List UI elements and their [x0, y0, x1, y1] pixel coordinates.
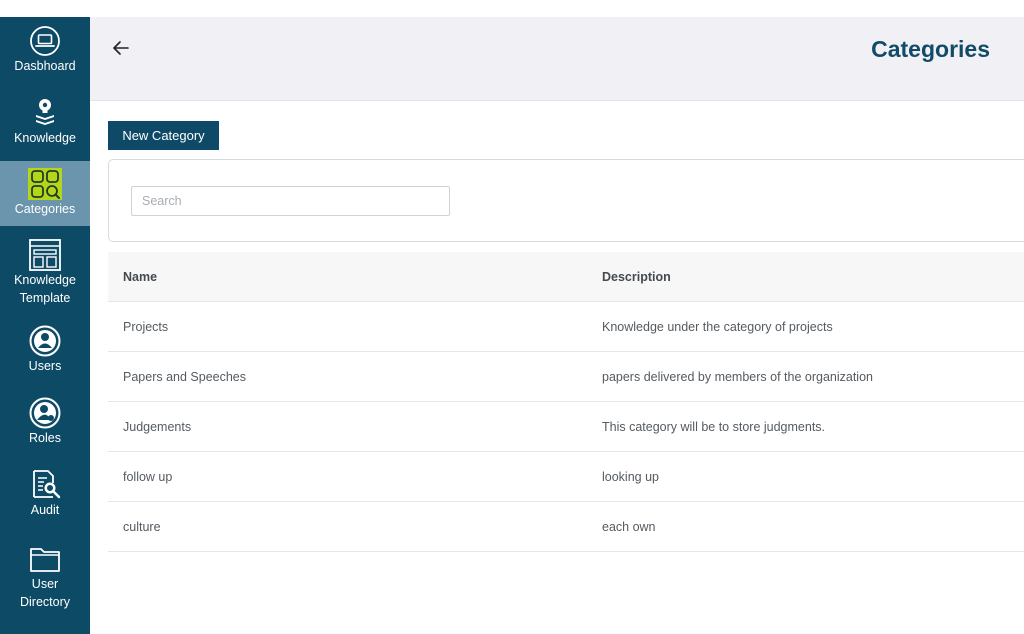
table-row[interactable]: Judgements This category will be to stor… — [108, 402, 1024, 452]
column-header-description[interactable]: Description — [602, 252, 671, 302]
sidebar-item-label: Users — [28, 359, 62, 373]
sidebar-item-label: Dasbhoard — [14, 59, 76, 73]
row-name: Papers and Speeches — [123, 370, 247, 384]
search-panel — [108, 159, 1024, 242]
sidebar-item-audit[interactable]: Audit — [0, 469, 90, 531]
sidebar-item-user-directory[interactable]: User Directory — [0, 543, 90, 621]
folder-icon — [30, 548, 60, 572]
row-description: papers delivered by members of the organ… — [602, 370, 873, 384]
sidebar-item-label: User Directory — [19, 577, 70, 609]
row-description: Knowledge under the category of projects — [602, 320, 833, 334]
row-description: looking up — [602, 470, 659, 484]
column-header-name[interactable]: Name — [123, 252, 157, 302]
sidebar-item-label: Knowledge — [14, 131, 76, 145]
table-row[interactable]: culture each own — [108, 502, 1024, 552]
laptop-icon — [30, 26, 60, 56]
sidebar-item-label: Categories — [14, 202, 76, 216]
sidebar-item-label: Knowledge Template — [14, 273, 76, 305]
row-name: culture — [123, 520, 161, 534]
table-row[interactable]: follow up looking up — [108, 452, 1024, 502]
user-icon — [29, 325, 61, 357]
sidebar-item-knowledge[interactable]: Knowledge — [0, 97, 90, 159]
table-header: Name Description — [108, 252, 1024, 302]
table-row[interactable]: Projects Knowledge under the category of… — [108, 302, 1024, 352]
row-description: This category will be to store judgments… — [602, 420, 826, 434]
row-name: follow up — [123, 470, 173, 484]
table-row[interactable]: Papers and Speeches papers delivered by … — [108, 352, 1024, 402]
page-title: Categories — [871, 36, 990, 62]
categories-icon — [28, 168, 62, 200]
template-icon — [29, 239, 61, 271]
row-name: Judgements — [123, 420, 192, 434]
sidebar-item-label: Audit — [30, 503, 60, 517]
role-icon — [29, 397, 61, 429]
sidebar-item-roles[interactable]: Roles — [0, 397, 90, 459]
sidebar-item-label: Roles — [29, 431, 61, 445]
audit-icon — [33, 470, 61, 499]
arrow-left-icon[interactable] — [110, 37, 132, 59]
search-input[interactable] — [131, 186, 450, 216]
sidebar: Dasbhoard Knowledge Categories Knowledge… — [0, 17, 90, 634]
lightbulb-icon — [36, 99, 54, 125]
sidebar-item-dashboard[interactable]: Dasbhoard — [0, 25, 90, 87]
sidebar-item-categories[interactable]: Categories — [0, 161, 90, 226]
categories-table: Name Description Projects Knowledge unde… — [108, 252, 1024, 552]
row-name: Projects — [123, 320, 169, 334]
sidebar-item-knowledge-template[interactable]: Knowledge Template — [0, 239, 90, 315]
sidebar-item-users[interactable]: Users — [0, 325, 90, 387]
page-header: Categories — [90, 17, 1024, 101]
row-description: each own — [602, 520, 656, 534]
new-category-button[interactable]: New Category — [108, 121, 219, 150]
